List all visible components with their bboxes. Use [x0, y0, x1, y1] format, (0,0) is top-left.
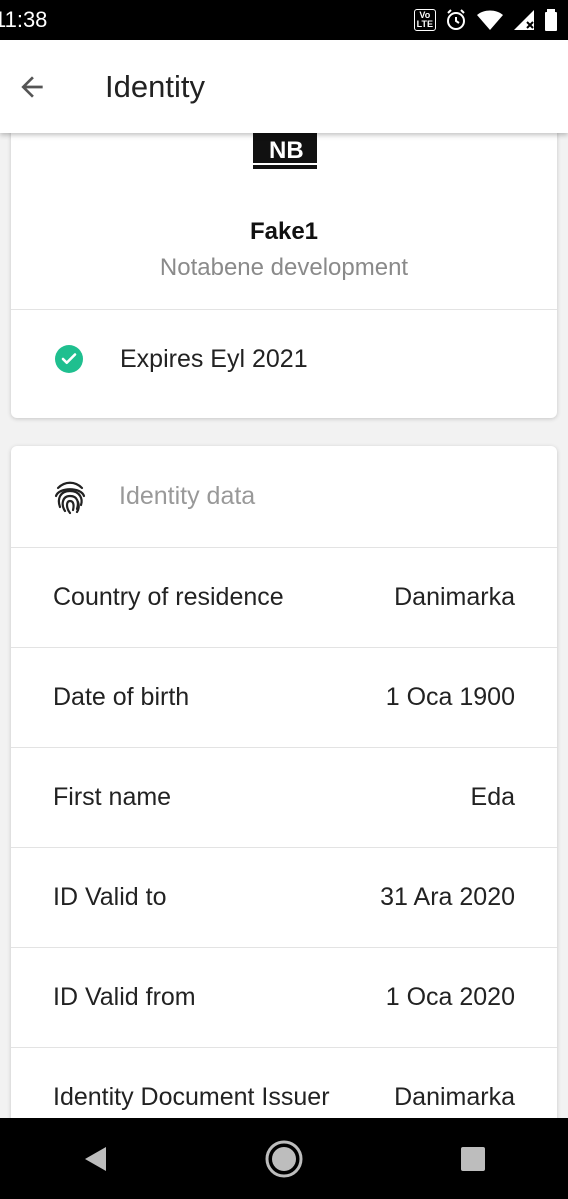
volte-icon: Vo LTE — [413, 9, 436, 31]
alarm-icon — [447, 9, 465, 30]
fingerprint-icon — [54, 481, 86, 514]
nav-home-button[interactable] — [244, 1124, 324, 1194]
list-item: Identity Document Issuer Danimarka — [11, 1047, 557, 1118]
row-label: Identity Document Issuer — [53, 1082, 330, 1111]
navigation-bar — [0, 1118, 568, 1199]
nav-back-button[interactable] — [55, 1124, 135, 1194]
square-recents-icon — [461, 1146, 486, 1171]
content-area[interactable]: NB Fake1 Notabene development Expires Ey… — [0, 133, 568, 1118]
row-value: Eda — [470, 782, 515, 811]
triangle-back-icon — [84, 1146, 106, 1171]
arrow-back-icon — [21, 75, 43, 98]
row-label: Country of residence — [53, 582, 284, 611]
circle-home-icon — [265, 1140, 303, 1177]
list-item: First name Eda — [11, 747, 557, 847]
status-bar: 11:38 Vo LTE — [0, 0, 568, 40]
wifi-icon — [477, 10, 503, 30]
list-item: Date of birth 1 Oca 1900 — [11, 647, 557, 747]
list-item: ID Valid from 1 Oca 2020 — [11, 947, 557, 1047]
app-bar: Identity — [0, 40, 568, 133]
row-value: Danimarka — [394, 582, 515, 611]
organization-header: NB Fake1 Notabene development — [11, 133, 557, 309]
row-label: ID Valid from — [53, 982, 196, 1011]
identity-data-title: Identity data — [119, 482, 256, 510]
list-item: ID Valid to 31 Ara 2020 — [11, 847, 557, 947]
check-circle-icon — [55, 345, 83, 373]
row-value: 1 Oca 1900 — [385, 682, 515, 711]
identity-data-card: Identity data Country of residence Danim… — [11, 446, 557, 1118]
signal-icon — [514, 10, 534, 30]
row-value: 1 Oca 2020 — [385, 982, 515, 1011]
row-label: ID Valid to — [53, 882, 167, 911]
status-icons: Vo LTE — [413, 8, 558, 32]
status-time: 11:38 — [0, 7, 48, 32]
row-label: First name — [53, 782, 172, 811]
nav-recents-button[interactable] — [433, 1124, 513, 1194]
list-item: Country of residence Danimarka — [11, 547, 557, 647]
back-button[interactable] — [2, 57, 62, 117]
expiry-row: Expires Eyl 2021 — [11, 309, 557, 409]
row-value: 31 Ara 2020 — [380, 882, 515, 911]
svg-text:NB: NB — [269, 137, 304, 164]
identity-data-header: Identity data — [11, 446, 557, 547]
expiry-text: Expires Eyl 2021 — [120, 344, 308, 373]
organization-subtitle: Notabene development — [159, 254, 409, 281]
row-label: Date of birth — [53, 682, 190, 711]
organization-name: Fake1 — [249, 218, 319, 245]
organization-card: NB Fake1 Notabene development Expires Ey… — [11, 133, 557, 418]
battery-icon — [545, 9, 557, 31]
notabene-logo: NB — [253, 133, 317, 169]
row-value: Danimarka — [394, 1082, 515, 1111]
page-title: Identity — [105, 68, 205, 104]
